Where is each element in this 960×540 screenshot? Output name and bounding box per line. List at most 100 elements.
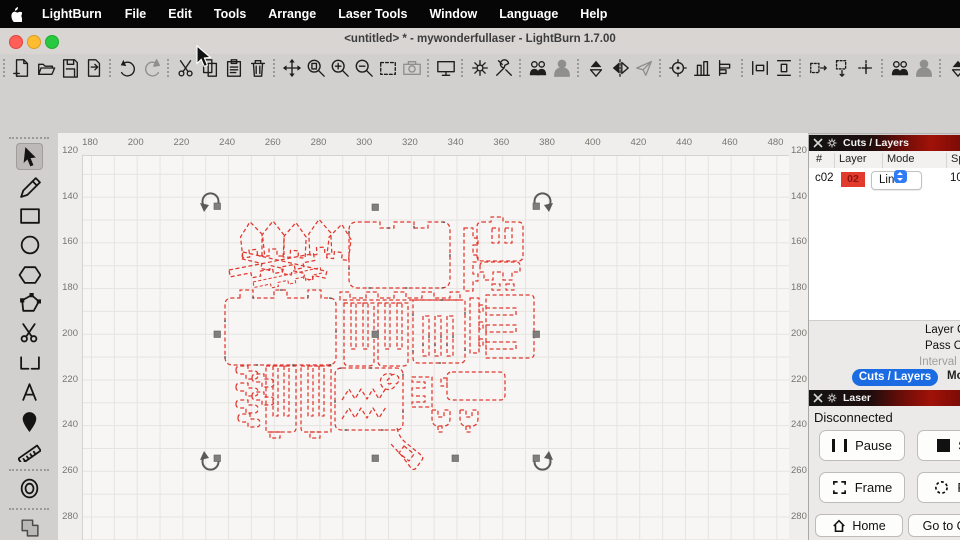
layer-speed: 10 <box>950 172 960 184</box>
screen-icon[interactable] <box>435 56 457 81</box>
zoom-in-icon[interactable] <box>329 56 351 81</box>
offset-tool-icon[interactable] <box>16 475 43 502</box>
boolean-weld-tool-icon[interactable] <box>16 514 43 540</box>
move-h-icon[interactable] <box>807 56 829 81</box>
menu-edit[interactable]: Edit <box>157 7 203 21</box>
window-title-bar: <untitled> * - mywonderfullaser - LightB… <box>0 28 960 55</box>
open-icon[interactable] <box>35 56 57 81</box>
workspace: 1802002202402602803003203403603804004204… <box>58 133 808 540</box>
redo-icon[interactable] <box>141 56 163 81</box>
menu-language[interactable]: Language <box>488 7 569 21</box>
canvas-drawing[interactable] <box>82 155 788 540</box>
ruler-label-top: 320 <box>402 137 418 148</box>
distribute-h-icon[interactable] <box>749 56 771 81</box>
mirror-v-2-icon[interactable] <box>947 56 960 81</box>
layers-list-empty-area[interactable] <box>809 192 960 321</box>
text-tool-icon[interactable] <box>16 378 43 405</box>
menu-tools[interactable]: Tools <box>203 7 257 21</box>
menu-bar: LightBurn FileEditToolsArrangeLaser Tool… <box>0 0 960 28</box>
align-left-icon[interactable] <box>715 56 737 81</box>
center-icon[interactable] <box>667 56 689 81</box>
home-button[interactable]: Home <box>815 514 903 537</box>
layer-row[interactable]: c02 02 Line 10 <box>809 168 960 192</box>
zoom-to-page-icon[interactable] <box>305 56 327 81</box>
panel-float-icon[interactable] <box>827 393 837 403</box>
select-tool-icon[interactable] <box>16 143 43 170</box>
ruler-label-left: 240 <box>58 419 78 430</box>
tab-cuts-layers[interactable]: Cuts / Layers <box>852 369 938 386</box>
layer-color-badge[interactable]: 02 <box>841 172 865 187</box>
stop-button[interactable]: S <box>917 430 960 461</box>
new-file-icon[interactable] <box>11 56 33 81</box>
ruler-label-top: 440 <box>676 137 692 148</box>
rectangle-tool-icon[interactable] <box>16 202 43 229</box>
toolbar-separator <box>881 59 884 77</box>
frame-rect-icon <box>832 480 847 495</box>
polygon-tool-icon[interactable] <box>16 261 43 288</box>
apple-menu-icon[interactable] <box>0 6 30 22</box>
cut-icon[interactable] <box>175 56 197 81</box>
ellipse-tool-icon[interactable] <box>16 231 43 258</box>
menu-file[interactable]: File <box>114 7 158 21</box>
menu-help[interactable]: Help <box>569 7 618 21</box>
toolbar-separator <box>427 59 430 77</box>
toolbar-separator <box>167 59 170 77</box>
device-settings-icon[interactable] <box>493 56 515 81</box>
camera-icon[interactable] <box>401 56 423 81</box>
frame-circle-button[interactable]: Fr <box>917 472 960 503</box>
pause-icon <box>832 439 847 452</box>
undo-icon[interactable] <box>117 56 139 81</box>
mirror-v-icon[interactable] <box>585 56 607 81</box>
layer-mode-combo-stepper-icon[interactable] <box>894 170 907 183</box>
align-bottom-icon[interactable] <box>691 56 713 81</box>
position-laser-tool-icon[interactable] <box>16 408 43 435</box>
goto-origin-button[interactable]: Go to Ori <box>908 514 960 537</box>
ruler-label-top: 460 <box>722 137 738 148</box>
devices-icon[interactable] <box>527 56 549 81</box>
nudge-icon[interactable] <box>855 56 877 81</box>
paste-icon[interactable] <box>223 56 245 81</box>
frame-button[interactable]: Frame <box>819 472 905 503</box>
col-mode: Mode <box>887 153 915 165</box>
mirror-h-icon[interactable] <box>609 56 631 81</box>
menu-app-name[interactable]: LightBurn <box>30 7 114 21</box>
settings-icon[interactable] <box>469 56 491 81</box>
cuts-layers-title: Cuts / Layers <box>843 137 909 149</box>
save-icon[interactable] <box>59 56 81 81</box>
ruler-label-right: 280 <box>791 511 807 522</box>
panel-close-icon[interactable] <box>813 393 823 403</box>
panel-close-icon[interactable] <box>813 138 823 148</box>
menu-window[interactable]: Window <box>418 7 488 21</box>
cut-shapes-tool-icon[interactable] <box>16 319 43 346</box>
frame-tool-tool-icon[interactable] <box>16 349 43 376</box>
menu-arrange[interactable]: Arrange <box>257 7 327 21</box>
copy-icon[interactable] <box>199 56 221 81</box>
devices-2-icon[interactable] <box>889 56 911 81</box>
frame-selection-icon[interactable] <box>377 56 399 81</box>
edit-nodes-tool-icon[interactable] <box>16 290 43 317</box>
distribute-v-icon[interactable] <box>773 56 795 81</box>
panel-float-icon[interactable] <box>827 138 837 148</box>
ruler-label-top: 180 <box>82 137 98 148</box>
toolbar-separator <box>519 59 522 77</box>
measure-tool-icon[interactable] <box>16 437 43 464</box>
draw-lines-tool-icon[interactable] <box>16 173 43 200</box>
send-icon[interactable] <box>633 56 655 81</box>
menu-laser-tools[interactable]: Laser Tools <box>327 7 418 21</box>
stop-icon <box>937 439 950 452</box>
tool-palette <box>0 133 59 540</box>
laser-panel: Laser Disconnected Pause S Frame Fr Home… <box>808 390 960 540</box>
import-icon[interactable] <box>83 56 105 81</box>
tab-move[interactable]: Move <box>947 370 960 382</box>
pan-icon[interactable] <box>281 56 303 81</box>
ruler-label-left: 180 <box>58 282 78 293</box>
pause-button[interactable]: Pause <box>819 430 905 461</box>
user-2-icon[interactable] <box>913 56 935 81</box>
zoom-out-icon[interactable] <box>353 56 375 81</box>
cut-pattern <box>225 217 534 470</box>
move-v-icon[interactable] <box>831 56 853 81</box>
layers-table-header: # Layer Mode Sp <box>809 151 960 169</box>
delete-icon[interactable] <box>247 56 269 81</box>
user-icon[interactable] <box>551 56 573 81</box>
ruler-label-top: 280 <box>311 137 327 148</box>
